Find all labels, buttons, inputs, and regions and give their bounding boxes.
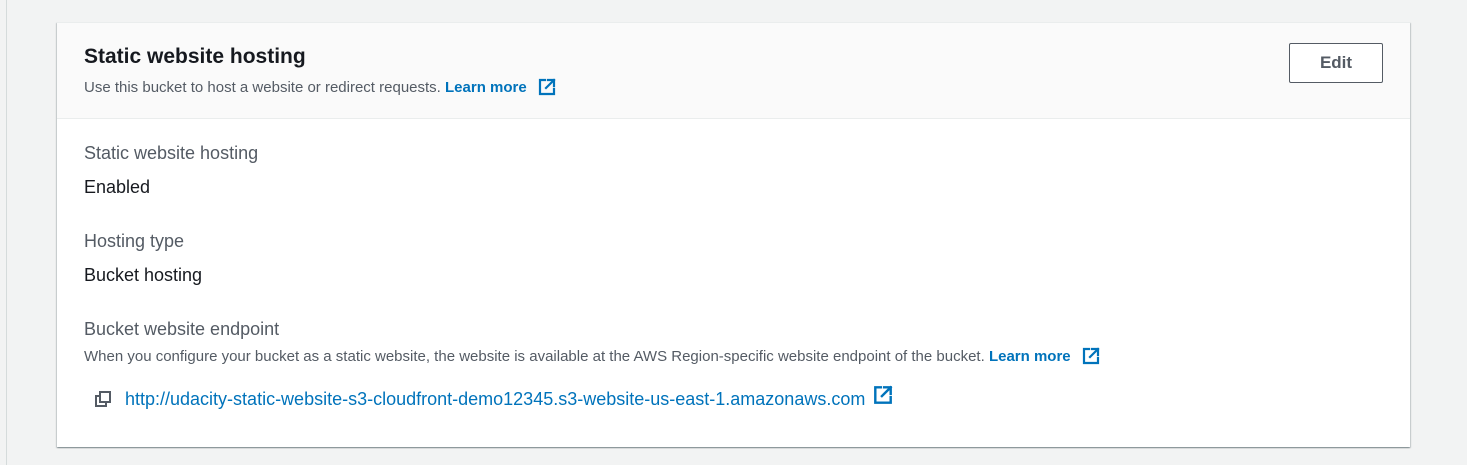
panel-title: Static website hosting — [84, 45, 306, 68]
panel-description-text: Use this bucket to host a website or red… — [84, 79, 441, 96]
external-link-icon[interactable] — [872, 384, 894, 406]
hosting-status-label: Static website hosting — [84, 143, 259, 163]
copy-icon[interactable] — [93, 389, 113, 409]
endpoint-row: http://udacity-static-website-s3-cloudfr… — [93, 384, 894, 411]
endpoint-description: When you configure your bucket as a stat… — [84, 346, 1101, 367]
page-divider — [6, 0, 7, 465]
hosting-status-value: Enabled — [84, 177, 151, 197]
endpoint-url-link[interactable]: http://udacity-static-website-s3-cloudfr… — [125, 387, 865, 411]
external-link-icon[interactable] — [537, 77, 557, 97]
panel-description: Use this bucket to host a website or red… — [84, 77, 557, 98]
endpoint-learn-more-link[interactable]: Learn more — [989, 348, 1071, 365]
static-website-hosting-panel: Static website hosting Use this bucket t… — [57, 22, 1410, 447]
endpoint-label: Bucket website endpoint — [84, 319, 280, 339]
hosting-type-value: Bucket hosting — [84, 265, 203, 285]
panel-header: Static website hosting Use this bucket t… — [57, 23, 1410, 119]
hosting-type-label: Hosting type — [84, 231, 185, 251]
edit-button[interactable]: Edit — [1289, 43, 1383, 83]
endpoint-description-text: When you configure your bucket as a stat… — [84, 348, 985, 365]
external-link-icon[interactable] — [1081, 346, 1101, 366]
learn-more-link[interactable]: Learn more — [445, 79, 527, 96]
